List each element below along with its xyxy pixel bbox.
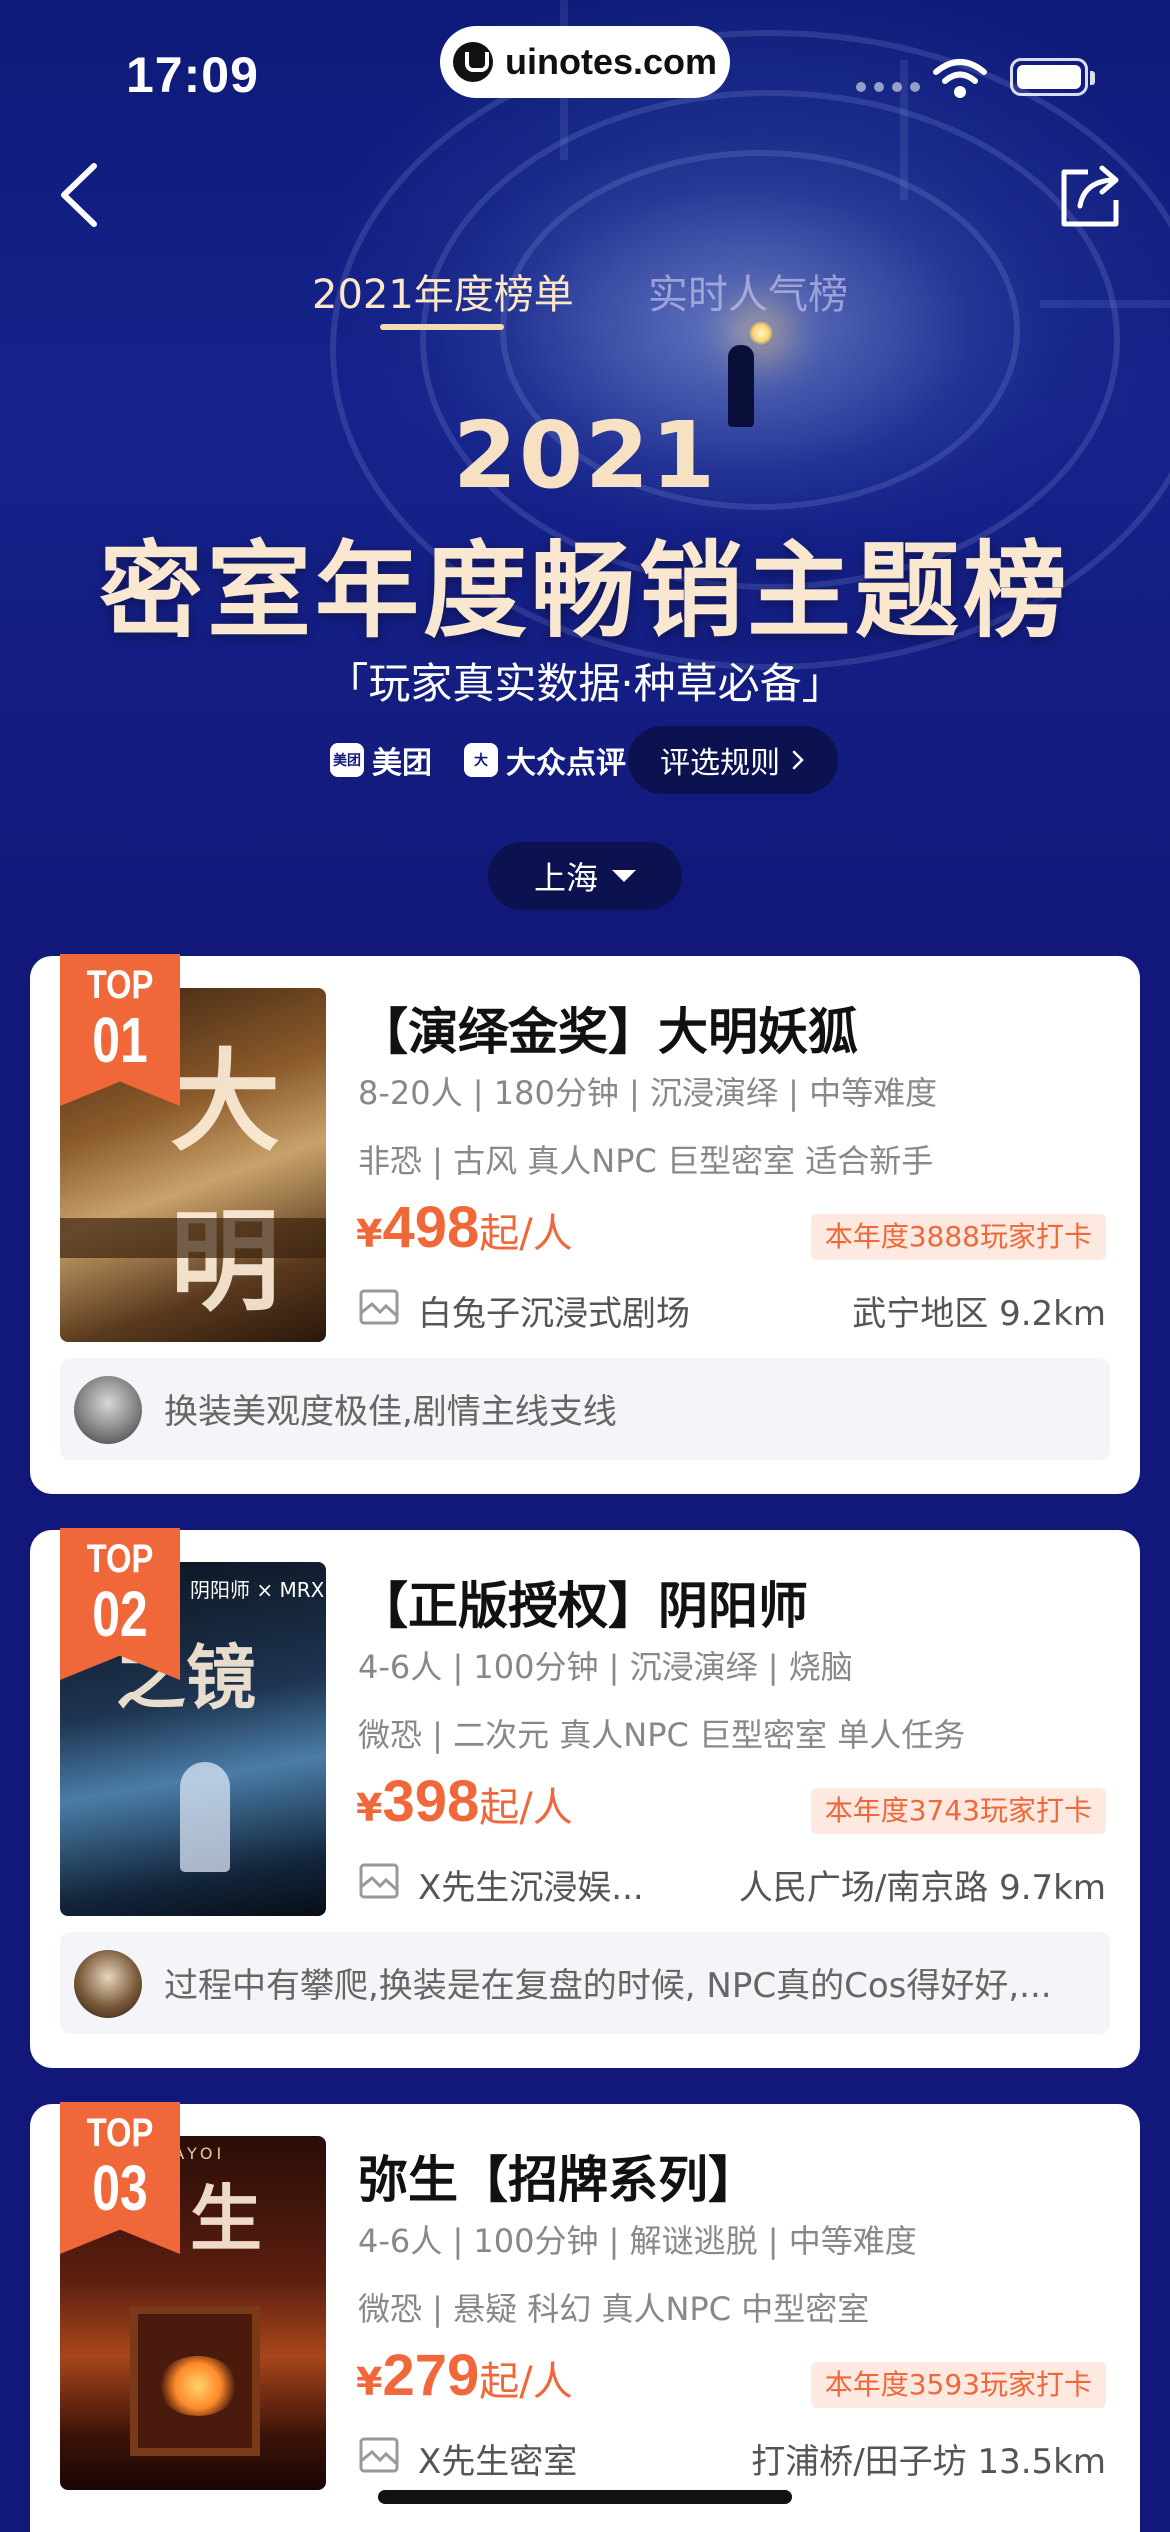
status-time: 17:09 [126,47,259,103]
home-indicator[interactable] [378,2490,792,2504]
price-value: 398 [382,1769,480,1834]
maze-wall [900,60,908,200]
venue-name: X先生密室 [418,2442,578,2482]
signal-icon [856,82,920,92]
hero-banner: 17:09 uinotes.com 2021年度榜单 实时人气榜 2021 密室… [0,0,1170,920]
store-icon [359,2437,399,2473]
theme-tags: 微恐 | 二次元 真人NPC 巨型密室 单人任务 [358,1716,966,1754]
venue-location: 人民广场/南京路 9.7km [738,1868,1106,1908]
rules-button[interactable]: 评选规则 [628,726,838,794]
price: ¥279起/人 [356,2342,573,2409]
venue-location: 打浦桥/田子坊 13.5km [751,2442,1106,2482]
rank-top-label: TOP [86,2111,154,2155]
theme-meta: 4-6人 | 100分钟 | 解谜逃脱 | 中等难度 [358,2222,917,2260]
avatar [74,1376,142,1444]
theme-tags: 微恐 | 悬疑 科幻 真人NPC 中型密室 [358,2290,870,2328]
checkin-badge: 本年度3593玩家打卡 [810,2362,1106,2408]
price-symbol: ¥ [356,2360,383,2404]
theme-meta: 8-20人 | 180分钟 | 沉浸演绎 | 中等难度 [358,1074,938,1112]
city-selector[interactable]: 上海 [488,842,682,910]
meituan-logo-icon: 美团 [330,743,364,777]
poster-figure [180,1762,230,1872]
hero-title: 密室年度畅销主题榜 [98,530,1071,652]
chevron-right-icon [792,750,804,770]
price-symbol: ¥ [356,1212,383,1256]
hero-year: 2021 [452,402,718,509]
poster-calligraphy: 大明妖狐 [170,1037,280,1326]
rules-label: 评选规则 [660,746,780,781]
battery-icon [1010,58,1095,96]
dianping-logo-icon: 大 [464,743,498,777]
brand-meituan: 美团 美团 [330,738,432,782]
poster-brand: 阴阳师 × MRX [190,1578,325,1602]
theme-meta: 4-6人 | 100分钟 | 沉浸演绎 | 烧脑 [358,1648,853,1686]
rank-number: 03 [92,2152,148,2224]
venue-name: X先生沉浸娱... [418,1868,644,1908]
ranking-card-2[interactable]: 阴阳师 × MRX 之镜 TOP 02 【正版授权】阴阳师 4-6人 | 100… [30,1528,1140,2068]
price-symbol: ¥ [356,1786,383,1830]
store-icon [359,1863,399,1899]
venue-location: 武宁地区 9.2km [852,1294,1106,1334]
review-snippet[interactable]: 换装美观度极佳,剧情主线支线 [60,1358,1110,1460]
ranking-card-3[interactable]: YAYOI 生 TOP 03 弥生【招牌系列】 4-6人 | 100分钟 | 解… [30,2102,1140,2532]
theme-tags: 非恐 | 古风 真人NPC 巨型密室 适合新手 [358,1142,934,1180]
theme-title: 【正版授权】阴阳师 [358,1577,808,1635]
price-value: 279 [382,2343,480,2408]
poster-fire [158,2356,238,2416]
review-text: 换装美观度极佳,剧情主线支线 [164,1392,617,1432]
checkin-badge: 本年度3888玩家打卡 [810,1214,1106,1260]
price: ¥398起/人 [356,1768,573,1835]
caret-down-icon [612,870,636,882]
price-unit: 起/人 [479,1785,573,1831]
price-unit: 起/人 [479,1211,573,1257]
brand-row: 美团 美团 大 大众点评 [330,730,658,790]
ranking-card-1[interactable]: 大明妖狐 TOP 01 【演绎金奖】大明妖狐 8-20人 | 180分钟 | 沉… [30,954,1140,1494]
avatar [74,1950,142,2018]
share-icon[interactable] [1058,160,1124,230]
checkin-badge: 本年度3743玩家打卡 [810,1788,1106,1834]
price-unit: 起/人 [479,2359,573,2405]
back-icon[interactable] [50,160,110,230]
brand-label: 美团 [372,746,432,781]
brand-label: 大众点评 [506,746,626,781]
brand-dianping: 大 大众点评 [464,738,626,782]
rank-number: 01 [92,1004,148,1076]
theme-title: 弥生【招牌系列】 [358,2151,758,2209]
price-value: 498 [382,1195,480,1260]
tab-annual[interactable]: 2021年度榜单 [312,262,574,320]
poster-bridge [60,1218,326,1258]
store-icon [359,1289,399,1325]
city-label: 上海 [533,859,598,897]
url-pill[interactable]: uinotes.com [440,26,730,98]
poster-calligraphy: 生 [190,2176,263,2261]
tab-realtime[interactable]: 实时人气榜 [648,262,848,320]
venue-name: 白兔子沉浸式剧场 [418,1294,690,1334]
uinotes-logo-icon [452,42,493,82]
review-snippet[interactable]: 过程中有攀爬,换装是在复盘的时候, NPC真的Cos得好好,... [60,1932,1110,2034]
wifi-icon [933,59,987,98]
url-text: uinotes.com [504,41,718,82]
rank-top-label: TOP [86,1537,154,1581]
review-text: 过程中有攀爬,换装是在复盘的时候, NPC真的Cos得好好,... [164,1966,1052,2006]
ranking-tabs: 2021年度榜单 实时人气榜 [0,262,1170,342]
rank-top-label: TOP [86,963,154,1007]
price: ¥498起/人 [356,1194,573,1261]
hero-subtitle: 「玩家真实数据·种草必备」 [326,659,844,708]
active-tab-indicator [380,324,504,330]
rank-number: 02 [92,1578,148,1650]
theme-title: 【演绎金奖】大明妖狐 [358,1003,858,1061]
